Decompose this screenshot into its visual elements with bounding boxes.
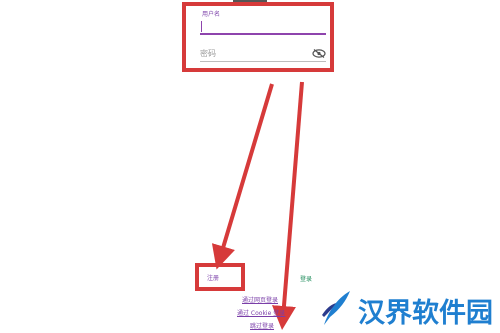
- watermark-text: 汉界软件园: [358, 298, 493, 329]
- watermark: 汉界软件园: [318, 285, 500, 333]
- highlight-box-register: [195, 263, 245, 291]
- skip-login-link[interactable]: 跳过登录: [250, 321, 274, 330]
- web-login-link[interactable]: 通过网页登录: [242, 295, 278, 304]
- register-button[interactable]: 注册: [207, 273, 219, 282]
- feather-logo-icon: [322, 291, 350, 325]
- login-button[interactable]: 登录: [300, 274, 312, 283]
- arrow-to-register: [211, 83, 274, 270]
- annotation-arrows: [211, 81, 304, 330]
- cookie-login-link[interactable]: 通过 Cookie 登录: [237, 308, 285, 317]
